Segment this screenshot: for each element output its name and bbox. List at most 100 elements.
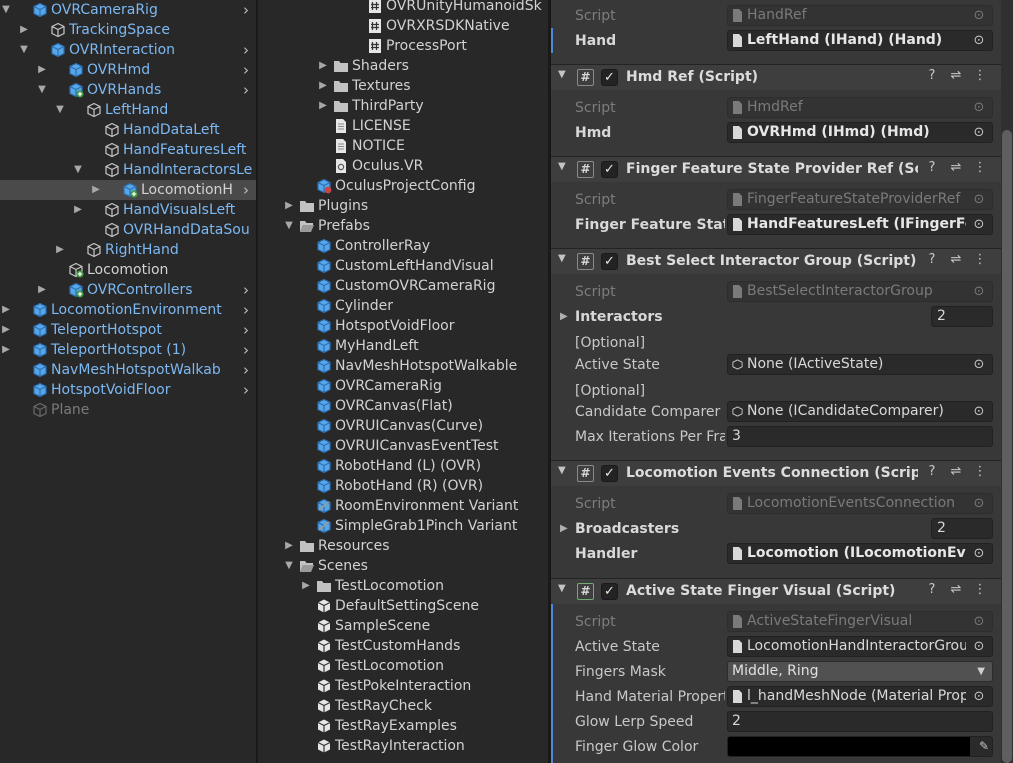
fold-expanded-icon[interactable]: ▼ bbox=[18, 40, 30, 60]
prefab-open-chevron-icon[interactable]: › bbox=[238, 40, 254, 60]
help-icon[interactable]: ? bbox=[923, 582, 941, 597]
hierarchy-item[interactable]: ▶ LocomotionEnvironment › bbox=[0, 300, 256, 320]
help-icon[interactable]: ? bbox=[923, 252, 941, 267]
object-picker-icon[interactable]: ⊙ bbox=[969, 494, 989, 513]
active-state-field[interactable]: None (IActiveState) ⊙ bbox=[727, 354, 993, 375]
hierarchy-item[interactable]: ▶ TeleportHotspot › bbox=[0, 320, 256, 340]
glow-color-field[interactable]: ✎ bbox=[727, 736, 993, 757]
fold-collapsed-icon[interactable]: ▶ bbox=[54, 240, 66, 260]
fold-collapsed-icon[interactable]: ▶ bbox=[0, 320, 12, 340]
hierarchy-item[interactable]: Locomotion bbox=[0, 260, 256, 280]
hierarchy-item[interactable]: ▼ OVRHands › bbox=[0, 80, 256, 100]
component-header-hmd-ref[interactable]: ▼ # ✓ Hmd Ref (Script) ? ⇌ ⋮ bbox=[551, 64, 1001, 90]
script-field[interactable]: LocomotionEventsConnection ⊙ bbox=[727, 493, 993, 514]
object-picker-icon[interactable]: ⊙ bbox=[969, 98, 989, 117]
active-state-field[interactable]: LocomotionHandInteractorGroup ⊙ bbox=[727, 636, 993, 657]
object-picker-icon[interactable]: ⊙ bbox=[969, 402, 989, 421]
fold-collapsed-icon[interactable]: ▶ bbox=[0, 340, 12, 360]
hmd-field[interactable]: OVRHmd (IHmd) (Hmd) ⊙ bbox=[727, 122, 993, 143]
fold-collapsed-icon[interactable]: ▶ bbox=[300, 576, 312, 596]
hierarchy-item[interactable]: ▶ TeleportHotspot (1) › bbox=[0, 340, 256, 360]
fold-collapsed-icon[interactable]: ▶ bbox=[317, 56, 329, 76]
fold-collapsed-icon[interactable]: ▶ bbox=[90, 180, 102, 200]
fold-collapsed-icon[interactable]: ▶ bbox=[317, 76, 329, 96]
project-item[interactable]: TestRayCheck bbox=[258, 696, 538, 716]
component-header-finger-visual[interactable]: ▼ # ✓ Active State Finger Visual (Script… bbox=[551, 578, 1001, 604]
kebab-menu-icon[interactable]: ⋮ bbox=[971, 160, 989, 175]
fold-collapsed-icon[interactable]: ▶ bbox=[18, 20, 30, 40]
project-item[interactable]: ▶ TestLocomotion bbox=[258, 576, 538, 596]
fold-collapsed-icon[interactable]: ▶ bbox=[283, 196, 295, 216]
prefab-open-chevron-icon[interactable]: › bbox=[238, 280, 254, 300]
hierarchy-item[interactable]: OVRHandDataSou bbox=[0, 220, 256, 240]
prefab-open-chevron-icon[interactable]: › bbox=[238, 360, 254, 380]
fold-collapsed-icon[interactable]: ▶ bbox=[283, 536, 295, 556]
fold-expanded-icon[interactable]: ▼ bbox=[54, 100, 66, 120]
object-picker-icon[interactable]: ⊙ bbox=[969, 612, 989, 631]
project-item[interactable]: HotspotVoidFloor bbox=[258, 316, 538, 336]
object-picker-icon[interactable]: ⊙ bbox=[969, 687, 989, 706]
object-picker-icon[interactable]: ⊙ bbox=[969, 123, 989, 142]
inspector-scrollbar-thumb[interactable] bbox=[1002, 130, 1012, 763]
object-picker-icon[interactable]: ⊙ bbox=[969, 31, 989, 50]
script-field[interactable]: HmdRef ⊙ bbox=[727, 97, 993, 118]
preset-icon[interactable]: ⇌ bbox=[947, 464, 965, 479]
project-item[interactable]: TestCustomHands bbox=[258, 636, 538, 656]
project-item[interactable]: SampleScene bbox=[258, 616, 538, 636]
interactors-row[interactable]: ▶ Interactors 2 bbox=[551, 304, 1001, 329]
object-picker-icon[interactable]: ⊙ bbox=[969, 6, 989, 25]
component-header-finger-feature-ref[interactable]: ▼ # ✓ Finger Feature State Provider Ref … bbox=[551, 156, 1001, 182]
object-picker-icon[interactable]: ⊙ bbox=[969, 190, 989, 209]
hierarchy-item[interactable]: ▶ RightHand bbox=[0, 240, 256, 260]
project-item[interactable]: DefaultSettingScene bbox=[258, 596, 538, 616]
fold-expanded-icon[interactable]: ▼ bbox=[36, 80, 48, 100]
hand-material-field[interactable]: l_handMeshNode (Material Property Block … bbox=[727, 686, 993, 707]
component-enabled-checkbox[interactable]: ✓ bbox=[601, 161, 618, 178]
project-item[interactable]: RobotHand (L) (OVR) bbox=[258, 456, 538, 476]
project-item[interactable]: SimpleGrab1Pinch Variant bbox=[258, 516, 538, 536]
hierarchy-item[interactable]: ▼ OVRInteraction › bbox=[0, 40, 256, 60]
hierarchy-item[interactable]: NavMeshHotspotWalkab › bbox=[0, 360, 256, 380]
preset-icon[interactable]: ⇌ bbox=[947, 252, 965, 267]
fold-expanded-icon[interactable]: ▼ bbox=[72, 160, 84, 180]
hierarchy-item[interactable]: ▶ TrackingSpace bbox=[0, 20, 256, 40]
fold-expanded-icon[interactable]: ▼ bbox=[283, 556, 295, 576]
project-item[interactable]: RoomEnvironment Variant bbox=[258, 496, 538, 516]
fold-collapsed-icon[interactable]: ▶ bbox=[317, 96, 329, 116]
hierarchy-item[interactable]: ▼ OVRCameraRig › bbox=[0, 0, 256, 20]
object-picker-icon[interactable]: ⊙ bbox=[969, 544, 989, 563]
project-item[interactable]: OVRUICanvas(Curve) bbox=[258, 416, 538, 436]
project-item[interactable]: ▶ Shaders bbox=[258, 56, 538, 76]
broadcasters-row[interactable]: ▶ Broadcasters 2 bbox=[551, 516, 1001, 541]
hierarchy-item[interactable]: ▶ OVRControllers › bbox=[0, 280, 256, 300]
prefab-open-chevron-icon[interactable]: › bbox=[238, 60, 254, 80]
preset-icon[interactable]: ⇌ bbox=[947, 582, 965, 597]
project-item[interactable]: OVRCameraRig bbox=[258, 376, 538, 396]
hierarchy-item[interactable]: HandFeaturesLeft bbox=[0, 140, 256, 160]
script-field[interactable]: FingerFeatureStateProviderRef ⊙ bbox=[727, 189, 993, 210]
hierarchy-item[interactable]: ▼ HandInteractorsLe bbox=[0, 160, 256, 180]
kebab-menu-icon[interactable]: ⋮ bbox=[971, 252, 989, 267]
preset-icon[interactable]: ⇌ bbox=[947, 68, 965, 83]
project-item[interactable]: NavMeshHotspotWalkable bbox=[258, 356, 538, 376]
component-enabled-checkbox[interactable]: ✓ bbox=[601, 69, 618, 86]
project-item[interactable]: NOTICE bbox=[258, 136, 538, 156]
project-item[interactable]: ▶ Textures bbox=[258, 76, 538, 96]
hand-field[interactable]: LeftHand (IHand) (Hand) ⊙ bbox=[727, 30, 993, 51]
preset-icon[interactable]: ⇌ bbox=[947, 160, 965, 175]
project-item[interactable]: CustomLeftHandVisual bbox=[258, 256, 538, 276]
project-item[interactable]: Cylinder bbox=[258, 296, 538, 316]
object-picker-icon[interactable]: ⊙ bbox=[969, 355, 989, 374]
eyedropper-icon[interactable]: ✎ bbox=[979, 737, 989, 756]
project-item[interactable]: ▼ Scenes bbox=[258, 556, 538, 576]
prefab-open-chevron-icon[interactable]: › bbox=[238, 0, 254, 20]
component-enabled-checkbox[interactable]: ✓ bbox=[601, 253, 618, 270]
project-item[interactable]: CustomOVRCameraRig bbox=[258, 276, 538, 296]
project-item[interactable]: ControllerRay bbox=[258, 236, 538, 256]
object-picker-icon[interactable]: ⊙ bbox=[969, 282, 989, 301]
hierarchy-item[interactable]: ▶ HandVisualsLeft bbox=[0, 200, 256, 220]
hierarchy-item[interactable]: ▼ LeftHand bbox=[0, 100, 256, 120]
hierarchy-item[interactable]: ▶ LocomotionH › bbox=[0, 180, 256, 200]
fold-arrow-icon[interactable]: ▼ bbox=[558, 161, 566, 172]
project-item[interactable]: LICENSE bbox=[258, 116, 538, 136]
